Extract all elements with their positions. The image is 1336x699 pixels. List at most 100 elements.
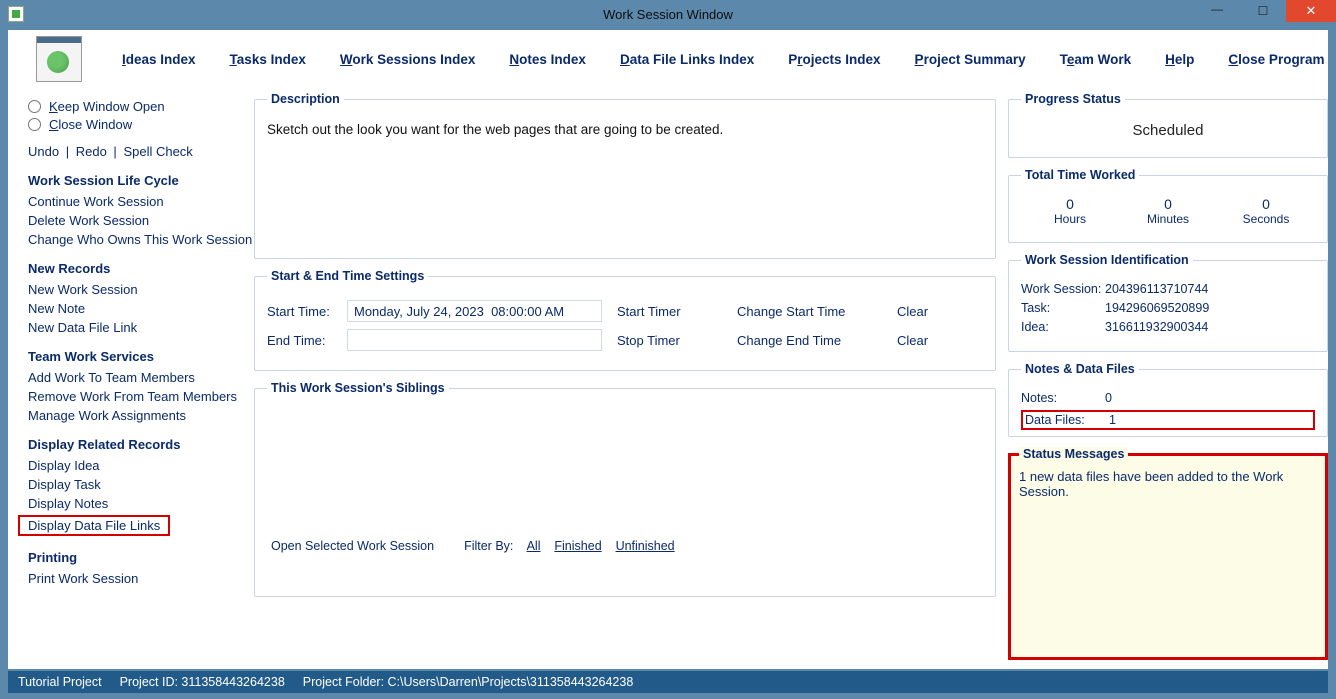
minutes-value: 0	[1119, 196, 1217, 212]
start-time-label: Start Time:	[267, 304, 347, 319]
radio-keep-window-open[interactable]: Keep Window Open	[28, 99, 254, 114]
right-column: Progress Status Scheduled Total Time Wor…	[1002, 88, 1328, 669]
sidebar-heading-display-related: Display Related Records	[28, 437, 254, 452]
center-column: Description Sketch out the look you want…	[254, 88, 1002, 669]
spell-check-link[interactable]: Spell Check	[123, 144, 192, 159]
work-session-identification-group: Work Session Identification Work Session…	[1008, 253, 1328, 352]
menu-ideas-index[interactable]: Ideas Index	[122, 52, 196, 67]
filter-all-link[interactable]: All	[527, 539, 541, 553]
clear-start-link[interactable]: Clear	[897, 304, 967, 319]
end-time-input[interactable]	[347, 329, 602, 351]
delete-work-session-link[interactable]: Delete Work Session	[28, 213, 254, 228]
task-id-value: 194296069520899	[1105, 301, 1209, 315]
minutes-label: Minutes	[1119, 212, 1217, 226]
print-work-session-link[interactable]: Print Work Session	[28, 571, 254, 586]
change-start-time-link[interactable]: Change Start Time	[737, 304, 897, 319]
total-time-worked-group: Total Time Worked 0Hours 0Minutes 0Secon…	[1008, 168, 1328, 243]
filter-finished-link[interactable]: Finished	[554, 539, 601, 553]
ws-id-value: 204396113710744	[1105, 282, 1208, 296]
new-work-session-link[interactable]: New Work Session	[28, 282, 254, 297]
sidebar-heading-printing: Printing	[28, 550, 254, 565]
seconds-label: Seconds	[1217, 212, 1315, 226]
remove-work-team-link[interactable]: Remove Work From Team Members	[28, 389, 254, 404]
hours-value: 0	[1021, 196, 1119, 212]
status-project-name: Tutorial Project	[18, 675, 102, 689]
maximize-button[interactable]	[1240, 0, 1286, 22]
app-logo-icon	[36, 36, 82, 82]
description-text[interactable]: Sketch out the look you want for the web…	[267, 116, 983, 246]
time-settings-group: Start & End Time Settings Start Time: St…	[254, 269, 996, 371]
new-data-file-link[interactable]: New Data File Link	[28, 320, 254, 335]
sidebar-heading-lifecycle: Work Session Life Cycle	[28, 173, 254, 188]
add-work-team-link[interactable]: Add Work To Team Members	[28, 370, 254, 385]
description-group: Description Sketch out the look you want…	[254, 92, 996, 259]
seconds-value: 0	[1217, 196, 1315, 212]
change-owner-link[interactable]: Change Who Owns This Work Session	[28, 232, 254, 247]
main-menu: Ideas Index Tasks Index Work Sessions In…	[122, 52, 1324, 67]
start-timer-link[interactable]: Start Timer	[617, 304, 737, 319]
siblings-list[interactable]: Open Selected Work Session Filter By: Al…	[267, 405, 983, 555]
notes-count-value: 0	[1105, 391, 1112, 405]
siblings-legend: This Work Session's Siblings	[267, 381, 449, 395]
notes-data-files-legend: Notes & Data Files	[1021, 362, 1139, 376]
ws-id-label: Work Session:	[1021, 282, 1105, 296]
menu-project-summary[interactable]: Project Summary	[915, 52, 1026, 67]
main-area: Keep Window Open Close Window Undo | Red…	[8, 88, 1328, 669]
display-data-file-links-link[interactable]: Display Data File Links	[24, 516, 164, 535]
continue-work-session-link[interactable]: Continue Work Session	[28, 194, 254, 209]
manage-work-assignments-link[interactable]: Manage Work Assignments	[28, 408, 254, 423]
siblings-group: This Work Session's Siblings Open Select…	[254, 381, 996, 597]
start-time-input[interactable]	[347, 300, 602, 322]
display-idea-link[interactable]: Display Idea	[28, 458, 254, 473]
work-session-identification-legend: Work Session Identification	[1021, 253, 1193, 267]
menu-work-sessions-index[interactable]: Work Sessions Index	[340, 52, 476, 67]
status-project-id: Project ID: 311358443264238	[120, 675, 285, 689]
menu-help[interactable]: Help	[1165, 52, 1194, 67]
menu-data-file-links-index[interactable]: Data File Links Index	[620, 52, 754, 67]
filter-unfinished-link[interactable]: Unfinished	[616, 539, 675, 553]
window-frame: Work Session Window Ideas Index Tasks In…	[0, 0, 1336, 699]
redo-link[interactable]: Redo	[76, 144, 107, 159]
display-task-link[interactable]: Display Task	[28, 477, 254, 492]
status-messages-legend: Status Messages	[1019, 447, 1128, 461]
status-bar: Tutorial Project Project ID: 31135844326…	[8, 671, 1328, 693]
progress-status-legend: Progress Status	[1021, 92, 1125, 106]
status-message-text: 1 new data files have been added to the …	[1011, 461, 1325, 507]
progress-status-group: Progress Status Scheduled	[1008, 92, 1328, 158]
menu-team-work[interactable]: Team Work	[1060, 52, 1132, 67]
title-bar[interactable]: Work Session Window	[0, 0, 1336, 28]
separator: |	[66, 144, 69, 159]
idea-id-value: 316611932900344	[1105, 320, 1208, 334]
clear-end-link[interactable]: Clear	[897, 333, 967, 348]
menu-close-program[interactable]: Close Program	[1228, 52, 1324, 67]
menu-tasks-index[interactable]: Tasks Index	[230, 52, 306, 67]
menu-notes-index[interactable]: Notes Index	[509, 52, 586, 67]
window-controls	[1194, 0, 1336, 24]
new-note-link[interactable]: New Note	[28, 301, 254, 316]
open-selected-work-session-link[interactable]: Open Selected Work Session	[271, 539, 434, 553]
sidebar-heading-new-records: New Records	[28, 261, 254, 276]
change-end-time-link[interactable]: Change End Time	[737, 333, 897, 348]
filter-by-label: Filter By:	[464, 539, 513, 553]
idea-id-label: Idea:	[1021, 320, 1105, 334]
progress-status-value: Scheduled	[1021, 116, 1315, 145]
status-messages-group: Status Messages 1 new data files have be…	[1008, 447, 1328, 660]
menu-projects-index[interactable]: Projects Index	[788, 52, 880, 67]
total-time-worked-legend: Total Time Worked	[1021, 168, 1139, 182]
display-notes-link[interactable]: Display Notes	[28, 496, 254, 511]
data-files-count-value: 1	[1109, 413, 1116, 427]
radio-close-window[interactable]: Close Window	[28, 117, 254, 132]
siblings-footer: Open Selected Work Session Filter By: Al…	[271, 539, 675, 553]
close-button[interactable]	[1286, 0, 1336, 22]
data-files-count-label: Data Files:	[1025, 413, 1109, 427]
sidebar: Keep Window Open Close Window Undo | Red…	[8, 88, 254, 669]
hours-label: Hours	[1021, 212, 1119, 226]
end-time-label: End Time:	[267, 333, 347, 348]
edit-linkbar: Undo | Redo | Spell Check	[28, 144, 254, 159]
time-settings-legend: Start & End Time Settings	[267, 269, 428, 283]
minimize-button[interactable]	[1194, 0, 1240, 22]
undo-link[interactable]: Undo	[28, 144, 59, 159]
sidebar-heading-team-work: Team Work Services	[28, 349, 254, 364]
status-project-folder: Project Folder: C:\Users\Darren\Projects…	[303, 675, 634, 689]
stop-timer-link[interactable]: Stop Timer	[617, 333, 737, 348]
